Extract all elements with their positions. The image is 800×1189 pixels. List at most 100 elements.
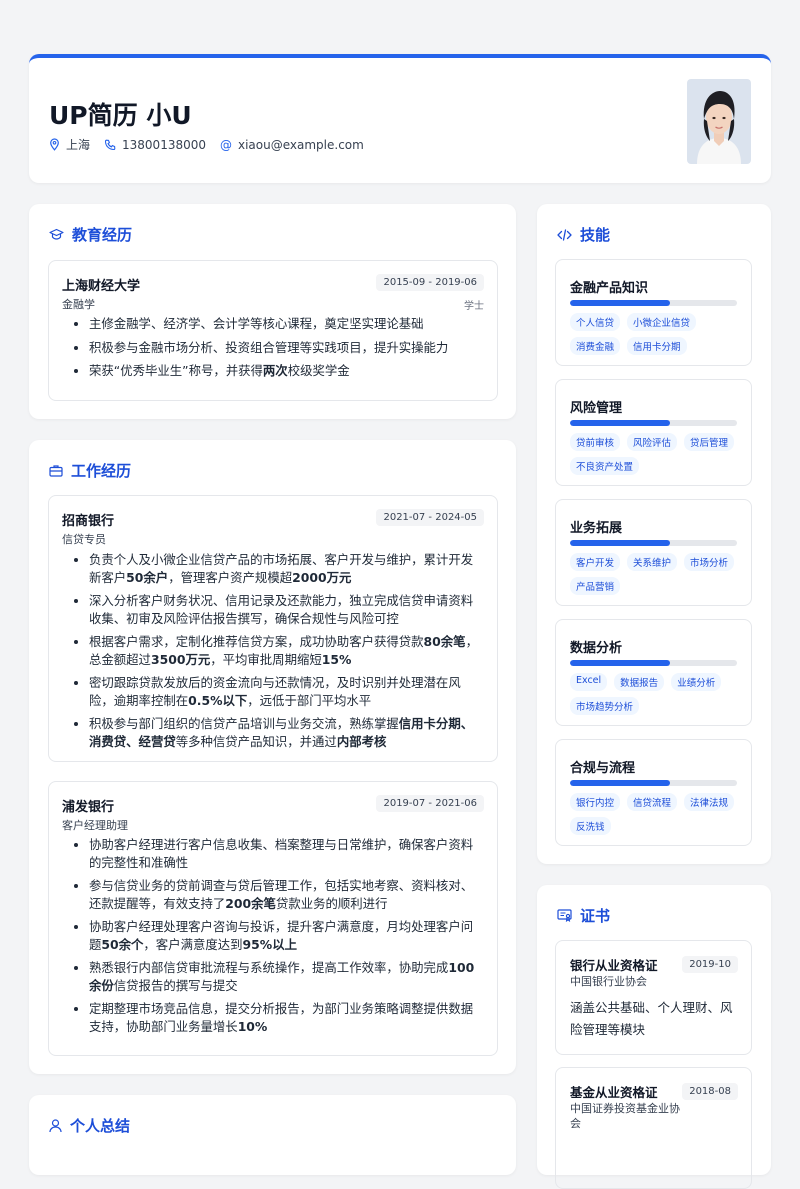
skill-level-fill <box>570 540 671 546</box>
bullet-item: 负责个人及小微企业信贷产品的市场拓展、客户开发与维护，累计开发新客户50余户，管… <box>89 551 484 586</box>
bullet-text: 等多种信贷产品知识，并通过 <box>175 733 337 749</box>
contact-email[interactable]: @ xiaou@example.com <box>220 136 364 153</box>
certificates-section: 证书 银行从业资格证 2019-10 中国银行业协会 涵盖公共基础、个人理财、风… <box>537 885 771 1189</box>
skill-tag: 个人信贷 <box>570 313 621 331</box>
skill-level-fill <box>570 660 671 666</box>
highlight-text: 50余个 <box>101 936 144 952</box>
bullet-text: ，管理客户资产规模超 <box>168 569 293 585</box>
highlight-text: 0.5%以下 <box>188 692 248 708</box>
education-bullets: 主修金融学、经济学、会计学等核心课程，奠定坚实理论基础积极参与金融市场分析、投资… <box>62 315 484 380</box>
education-item: 上海财经大学 2015-09 - 2019-06 金融学 学士 主修金融学、经济… <box>48 260 498 401</box>
email-text[interactable]: xiaou@example.com <box>238 138 364 152</box>
certificate-item: 基金从业资格证 2018-08 中国证券投资基金业协会 <box>555 1067 752 1189</box>
bullet-text: 主修金融学、经济学、会计学等核心课程，奠定坚实理论基础 <box>89 316 424 331</box>
bullet-text: 积极参与部门组织的信贷产品培训与业务交流，熟练掌握 <box>89 716 399 731</box>
location-icon <box>50 138 59 151</box>
skill-tags: 银行内控 信贷流程 法律法规 反洗钱 <box>570 793 742 835</box>
header-card: UP简历 小U 上海 13800138000 @ xiaou@example.c… <box>29 54 771 183</box>
company-name: 招商银行 <box>62 514 115 529</box>
job-date-badge: 2021-07 - 2024-05 <box>376 509 484 526</box>
skill-tag: 贷后管理 <box>684 433 735 451</box>
highlight-text: 内部考核 <box>336 733 387 749</box>
skill-name: 金融产品知识 <box>570 281 649 296</box>
bullet-text: 深入分析客户财务状况、信用记录及还款能力，独立完成信贷申请资料收集、初审及风险评… <box>89 593 474 626</box>
highlight-text: 两次 <box>262 363 288 378</box>
skill-tag: 风险评估 <box>627 433 678 451</box>
skill-level-bar <box>570 660 737 666</box>
education-title: 教育经历 <box>72 226 133 244</box>
phone-text: 13800138000 <box>122 137 206 152</box>
bullet-text: 定期整理市场竞品信息，提交分析报告，为部门业务策略调整提供数据支持，协助部门业务… <box>89 1001 474 1034</box>
skills-title: 技能 <box>580 226 611 244</box>
bullet-text: 信贷报告的撰写与提交 <box>113 977 238 993</box>
highlight-text: 3500万元 <box>150 651 211 667</box>
skill-level-fill <box>570 420 671 426</box>
highlight-text: 50余户 <box>126 569 169 585</box>
certificate-item: 银行从业资格证 2019-10 中国银行业协会 涵盖公共基础、个人理财、风险管理… <box>555 940 752 1055</box>
bullet-item: 深入分析客户财务状况、信用记录及还款能力，独立完成信贷申请资料收集、初审及风险评… <box>89 592 484 627</box>
at-icon: @ <box>220 137 232 152</box>
bullet-item: 定期整理市场竞品信息，提交分析报告，为部门业务策略调整提供数据支持，协助部门业务… <box>89 1000 484 1035</box>
bullet-text: ，客户满意度达到 <box>143 936 243 952</box>
company-name: 浦发银行 <box>62 800 115 815</box>
skill-item: 合规与流程银行内控 信贷流程 法律法规 反洗钱 <box>555 739 752 846</box>
highlight-text: 10% <box>237 1018 268 1034</box>
skill-tag: 信贷流程 <box>627 793 678 811</box>
profile-photo <box>687 79 751 164</box>
skill-tag: 小微企业信贷 <box>627 313 697 331</box>
graduation-cap-icon <box>49 228 64 240</box>
skill-tag: 银行内控 <box>570 793 621 811</box>
job-item: 浦发银行 2019-07 - 2021-06 客户经理助理 协助客户经理进行客户… <box>48 781 498 1056</box>
skill-name: 业务拓展 <box>570 521 623 536</box>
job-role: 客户经理助理 <box>62 819 128 832</box>
skill-tag: 业绩分析 <box>671 673 722 691</box>
education-heading: 教育经历 <box>49 224 132 245</box>
candidate-name: UP简历 小U <box>49 101 192 130</box>
skill-level-bar <box>570 780 737 786</box>
code-icon <box>557 228 572 241</box>
skill-tag: 市场趋势分析 <box>570 697 640 715</box>
skill-level-fill <box>570 780 671 786</box>
certificate-name: 银行从业资格证 <box>570 958 658 973</box>
job-date-badge: 2019-07 - 2021-06 <box>376 795 484 812</box>
bullet-text: 协助客户经理进行客户信息收集、档案整理与日常维护，确保客户资料的完整性和准确性 <box>89 837 474 870</box>
skill-item: 金融产品知识 个人信贷 小微企业信贷 消费金融 信用卡分期 <box>555 259 752 366</box>
skill-name: 合规与流程 <box>570 761 636 776</box>
education-section: 教育经历 上海财经大学 2015-09 - 2019-06 金融学 学士 主修金… <box>29 204 516 419</box>
skill-item: 风险管理 贷前审核 风险评估 贷后管理 不良资产处置 <box>555 379 752 486</box>
skill-tag: 贷前审核 <box>570 433 621 451</box>
bullet-text: 贷款业务的顺利进行 <box>275 895 388 911</box>
skills-section: 技能 金融产品知识 个人信贷 小微企业信贷 消费金融 信用卡分期 风险管理 贷前审核 风险评估… <box>537 204 771 864</box>
highlight-text: 80余笔 <box>423 634 466 649</box>
skill-tags: Excel 数据报告 业绩分析 市场趋势分析 <box>570 673 742 715</box>
job-bullets: 负责个人及小微企业信贷产品的市场拓展、客户开发与维护，累计开发新客户50余户，管… <box>62 551 484 750</box>
school-name: 上海财经大学 <box>62 279 141 294</box>
skill-tag: 消费金融 <box>570 337 621 355</box>
bullet-item: 协助客户经理进行客户信息收集、档案整理与日常维护，确保客户资料的完整性和准确性 <box>89 836 484 871</box>
bullet-item: 主修金融学、经济学、会计学等核心课程，奠定坚实理论基础 <box>89 315 484 333</box>
certificates-heading: 证书 <box>557 905 610 926</box>
bullet-item: 熟悉银行内部信贷审批流程与系统操作，提高工作效率，协助完成100余份信贷报告的撰… <box>89 959 484 994</box>
certificate-org: 中国证券投资基金业协会 <box>570 1102 680 1130</box>
education-date-badge: 2015-09 - 2019-06 <box>376 274 484 291</box>
skill-level-bar <box>570 300 737 306</box>
bullet-text: 积极参与金融市场分析、投资组合管理等实践项目，提升实操能力 <box>89 339 449 355</box>
job-role: 信贷专员 <box>62 533 106 546</box>
highlight-text: 95%以上 <box>242 936 297 952</box>
work-section: 工作经历 招商银行 2021-07 - 2024-05 信贷专员 负责个人及小微… <box>29 440 516 1074</box>
certificate-date: 2019-10 <box>682 956 738 973</box>
location-text: 上海 <box>66 138 91 152</box>
skills-heading: 技能 <box>557 224 610 245</box>
bullet-item: 荣获“优秀毕业生”称号，并获得两次校级奖学金 <box>89 362 484 380</box>
bullet-item: 根据客户需求，定制化推荐信贷方案，成功协助客户获得贷款80余笔，总金额超过350… <box>89 633 484 668</box>
skill-level-bar <box>570 540 737 546</box>
skill-tag: 市场分析 <box>684 553 735 571</box>
bullet-text: 熟悉银行内部信贷审批流程与系统操作，提高工作效率，协助完成 <box>89 960 449 975</box>
certificate-org: 中国银行业协会 <box>570 975 647 988</box>
bullet-item: 协助客户经理处理客户咨询与投诉，提升客户满意度，月均处理客户问题50余个，客户满… <box>89 918 484 953</box>
bullet-text: 荣获“优秀毕业生”称号，并获得 <box>89 363 263 378</box>
bullet-text: 校级奖学金 <box>287 363 350 378</box>
summary-title: 个人总结 <box>70 1117 131 1135</box>
skill-tag: 反洗钱 <box>570 817 611 835</box>
skill-level-fill <box>570 300 671 306</box>
